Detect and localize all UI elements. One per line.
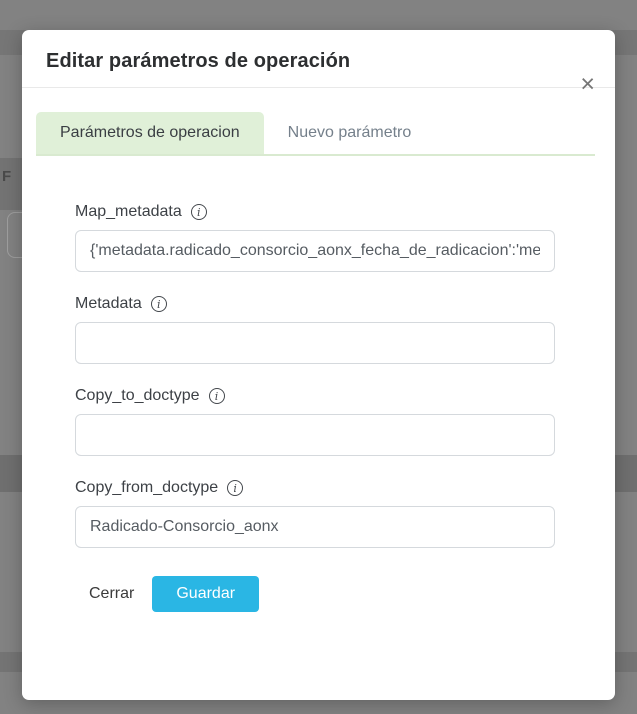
cerrar-button[interactable]: Cerrar (87, 577, 136, 611)
info-icon[interactable]: i (151, 296, 167, 312)
tab-nuevo-parametro[interactable]: Nuevo parámetro (264, 112, 436, 154)
tab-parametros-de-operacion[interactable]: Parámetros de operacion (36, 112, 264, 154)
info-icon[interactable]: i (191, 204, 207, 220)
field-label: Copy_to_doctype (75, 387, 200, 405)
edit-operation-parameters-modal: Editar parámetros de operación × Parámet… (22, 30, 615, 700)
metadata-input[interactable] (75, 322, 555, 364)
copy-to-doctype-input[interactable] (75, 414, 555, 456)
tab-bar: Parámetros de operacion Nuevo parámetro (36, 112, 595, 156)
field-label: Metadata (75, 295, 142, 313)
info-icon[interactable]: i (209, 388, 225, 404)
copy-from-doctype-input[interactable] (75, 506, 555, 548)
field-copy-from-doctype: Copy_from_doctype i (75, 479, 555, 548)
background-heading-fragment: F (2, 168, 11, 185)
map-metadata-input[interactable] (75, 230, 555, 272)
field-copy-to-doctype: Copy_to_doctype i (75, 387, 555, 456)
field-label: Map_metadata (75, 203, 182, 221)
field-metadata: Metadata i (75, 295, 555, 364)
close-icon[interactable]: × (580, 72, 595, 97)
parameters-form: Map_metadata i Metadata i Copy_to_doctyp… (75, 203, 555, 612)
field-map-metadata: Map_metadata i (75, 203, 555, 272)
modal-header: Editar parámetros de operación × (22, 30, 615, 88)
modal-actions: Cerrar Guardar (87, 576, 555, 612)
guardar-button[interactable]: Guardar (152, 576, 259, 612)
field-label: Copy_from_doctype (75, 479, 218, 497)
modal-title: Editar parámetros de operación (46, 50, 591, 73)
info-icon[interactable]: i (227, 480, 243, 496)
